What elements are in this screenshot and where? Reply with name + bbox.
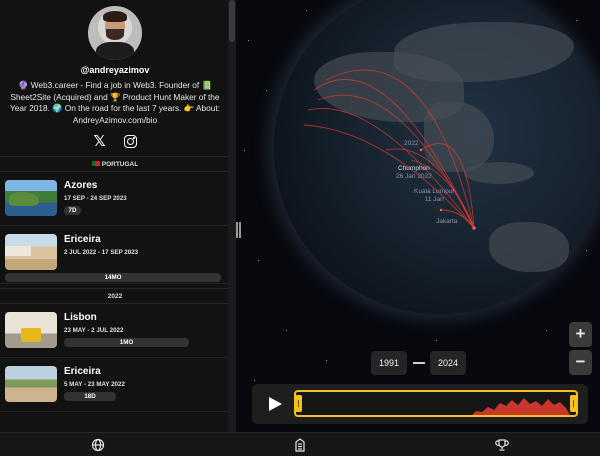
range-start-handle[interactable] [295,395,302,412]
globe-map[interactable]: Chumphon 26 Jan 2022 Kuala Lumpur 11 Jan… [236,0,600,432]
map-city-label[interactable]: Chumphon 26 Jan 2022 [396,165,432,180]
trip-dates: 23 MAY - 2 JUL 2022 [64,327,124,334]
map-city-date: 26 Jan 2022 [396,172,432,180]
profile-bio: 🔮 Web3.career - Find a job in Web3. Foun… [10,80,220,125]
trip-thumbnail [5,234,57,270]
activity-histogram [472,398,570,415]
map-city-label[interactable]: 2022 [404,140,418,148]
play-icon[interactable] [269,397,282,411]
bottom-navigation [0,432,600,456]
flight-arcs [303,69,476,230]
trip-item[interactable]: Azores 17 SEP - 24 SEP 2023 7D [0,172,230,226]
trip-name: Ericeira [64,234,101,245]
panel-resize-handle[interactable] [236,222,242,238]
trip-item[interactable]: Ericeira 2 JUL 2022 - 17 SEP 2023 14MO [0,226,230,284]
map-city-date: 2022 [404,140,419,147]
trip-dates: 5 MAY - 23 MAY 2022 [64,381,125,388]
trip-name: Lisbon [64,312,97,323]
trip-thumbnail [5,366,57,402]
social-links: 𝕏 [0,134,230,150]
profile-handle[interactable]: @andreyazimov [0,65,230,75]
map-city-name: Chumphon [397,165,430,172]
sidebar-scrollbar-thumb[interactable] [229,0,235,42]
trip-name: Ericeira [64,366,101,377]
section-header-year: 2022 [0,288,230,304]
section-header-country: PORTUGAL [0,156,230,172]
trip-dates: 17 SEP - 24 SEP 2023 [64,195,127,202]
trip-name: Azores [64,180,98,191]
trip-duration-badge: 7D [64,206,81,215]
instagram-icon[interactable] [123,135,137,148]
section-title: PORTUGAL [101,161,139,168]
map-city-date: 11 Jan [424,195,444,203]
trip-thumbnail [5,312,57,348]
trip-thumbnail [5,180,57,216]
map-city-name: Kuala Lumpur [414,188,455,195]
trip-item[interactable]: Lisbon 23 MAY - 2 JUL 2022 1MO [0,304,230,358]
map-city-label[interactable]: Kuala Lumpur 11 Jan [414,188,454,203]
sidebar-scrollbar[interactable] [228,0,236,432]
x-twitter-icon[interactable]: 𝕏 [93,134,105,150]
trip-duration-badge: 14MO [5,273,221,282]
trip-duration-badge: 18D [64,392,116,401]
zoom-in-button[interactable]: + [569,322,592,347]
year-range-dash [413,362,425,364]
timeline-bar [252,384,588,424]
map-city-label[interactable]: Jakarta [436,218,457,226]
sidebar: @andreyazimov 🔮 Web3.career - Find a job… [0,0,230,432]
portugal-flag-icon [91,161,100,166]
profile-card: @andreyazimov 🔮 Web3.career - Find a job… [0,0,230,150]
trip-item[interactable]: Ericeira 5 MAY - 23 MAY 2022 18D [0,358,230,412]
trip-dates: 2 JUL 2022 - 17 SEP 2023 [64,249,139,256]
section-title: 2022 [107,293,123,300]
trip-duration-badge: 1MO [64,338,189,347]
start-year-input[interactable]: 1991 [371,351,407,375]
range-end-handle[interactable] [570,395,577,412]
avatar[interactable] [88,6,142,60]
end-year-input[interactable]: 2024 [430,351,466,375]
map-city-name: Jakarta [436,218,458,225]
trophy-icon[interactable] [494,437,510,453]
zoom-out-button[interactable]: − [569,350,592,375]
globe-icon[interactable] [90,437,106,453]
timeline-range-selector[interactable] [294,390,578,417]
building-icon[interactable] [292,437,308,453]
